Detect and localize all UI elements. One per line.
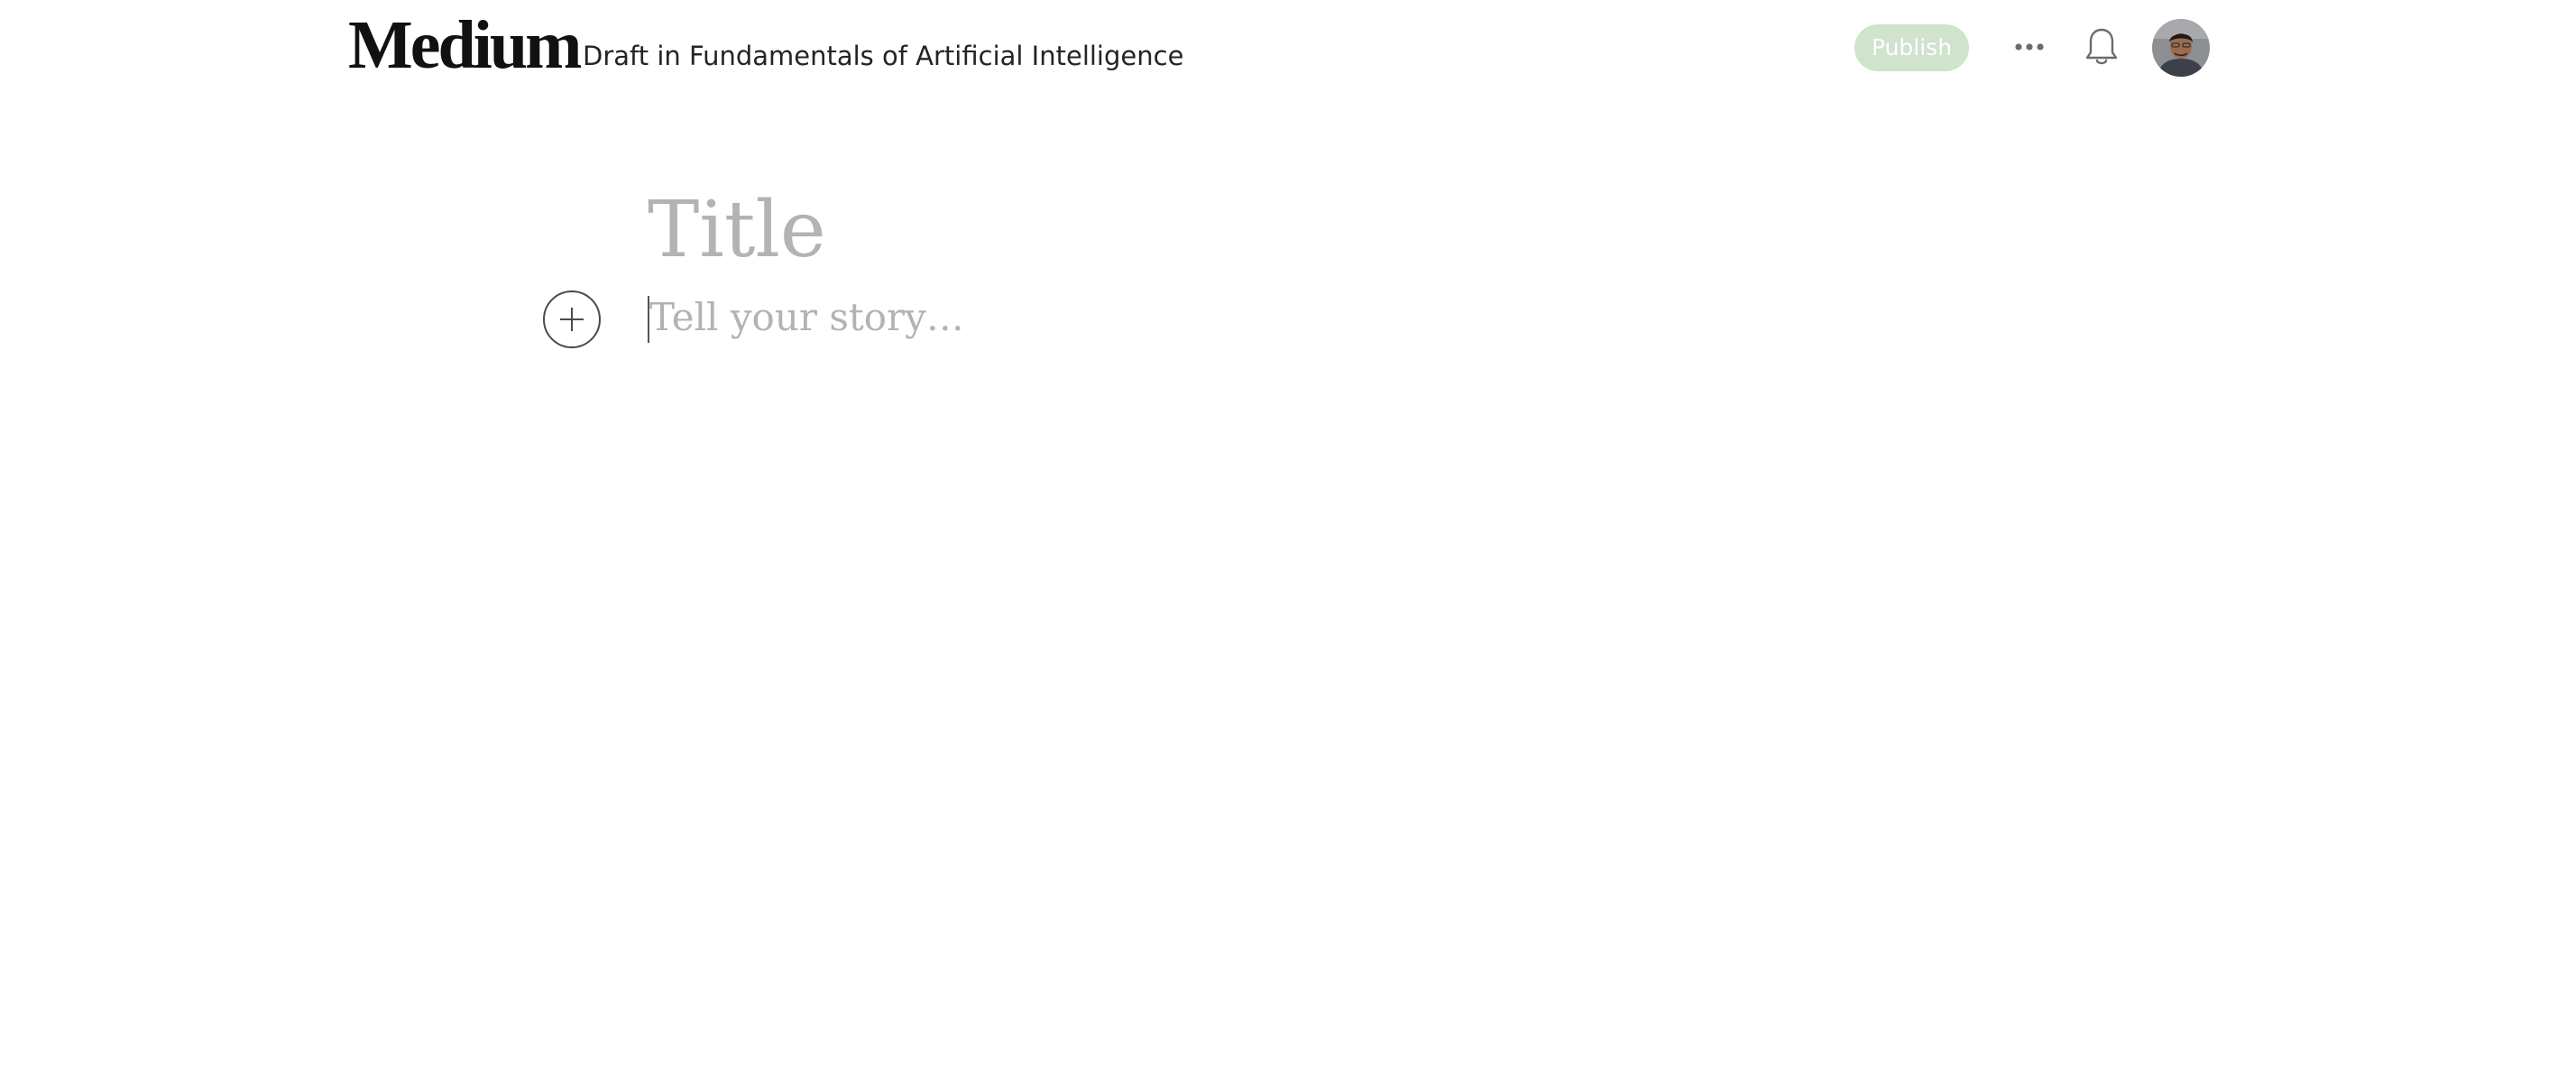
publish-button[interactable]: Publish <box>1854 24 1969 71</box>
story-editor <box>0 99 2576 1070</box>
avatar-icon <box>2152 19 2210 77</box>
text-cursor <box>648 296 649 343</box>
medium-logo[interactable]: Medium <box>348 9 582 81</box>
draft-status-label: Draft in Fundamentals of Artificial Inte… <box>583 41 1184 71</box>
add-content-button[interactable] <box>543 291 601 348</box>
title-input[interactable] <box>648 180 1910 280</box>
notifications-button[interactable] <box>2076 20 2127 74</box>
bell-icon <box>2085 28 2118 65</box>
user-avatar[interactable] <box>2152 19 2210 77</box>
story-body-input[interactable] <box>649 291 1912 345</box>
plus-icon <box>560 308 584 331</box>
top-bar: Medium Draft in Fundamentals of Artifici… <box>0 0 2576 99</box>
more-options-button[interactable] <box>2004 22 2055 72</box>
more-horizontal-icon <box>2015 43 2044 51</box>
